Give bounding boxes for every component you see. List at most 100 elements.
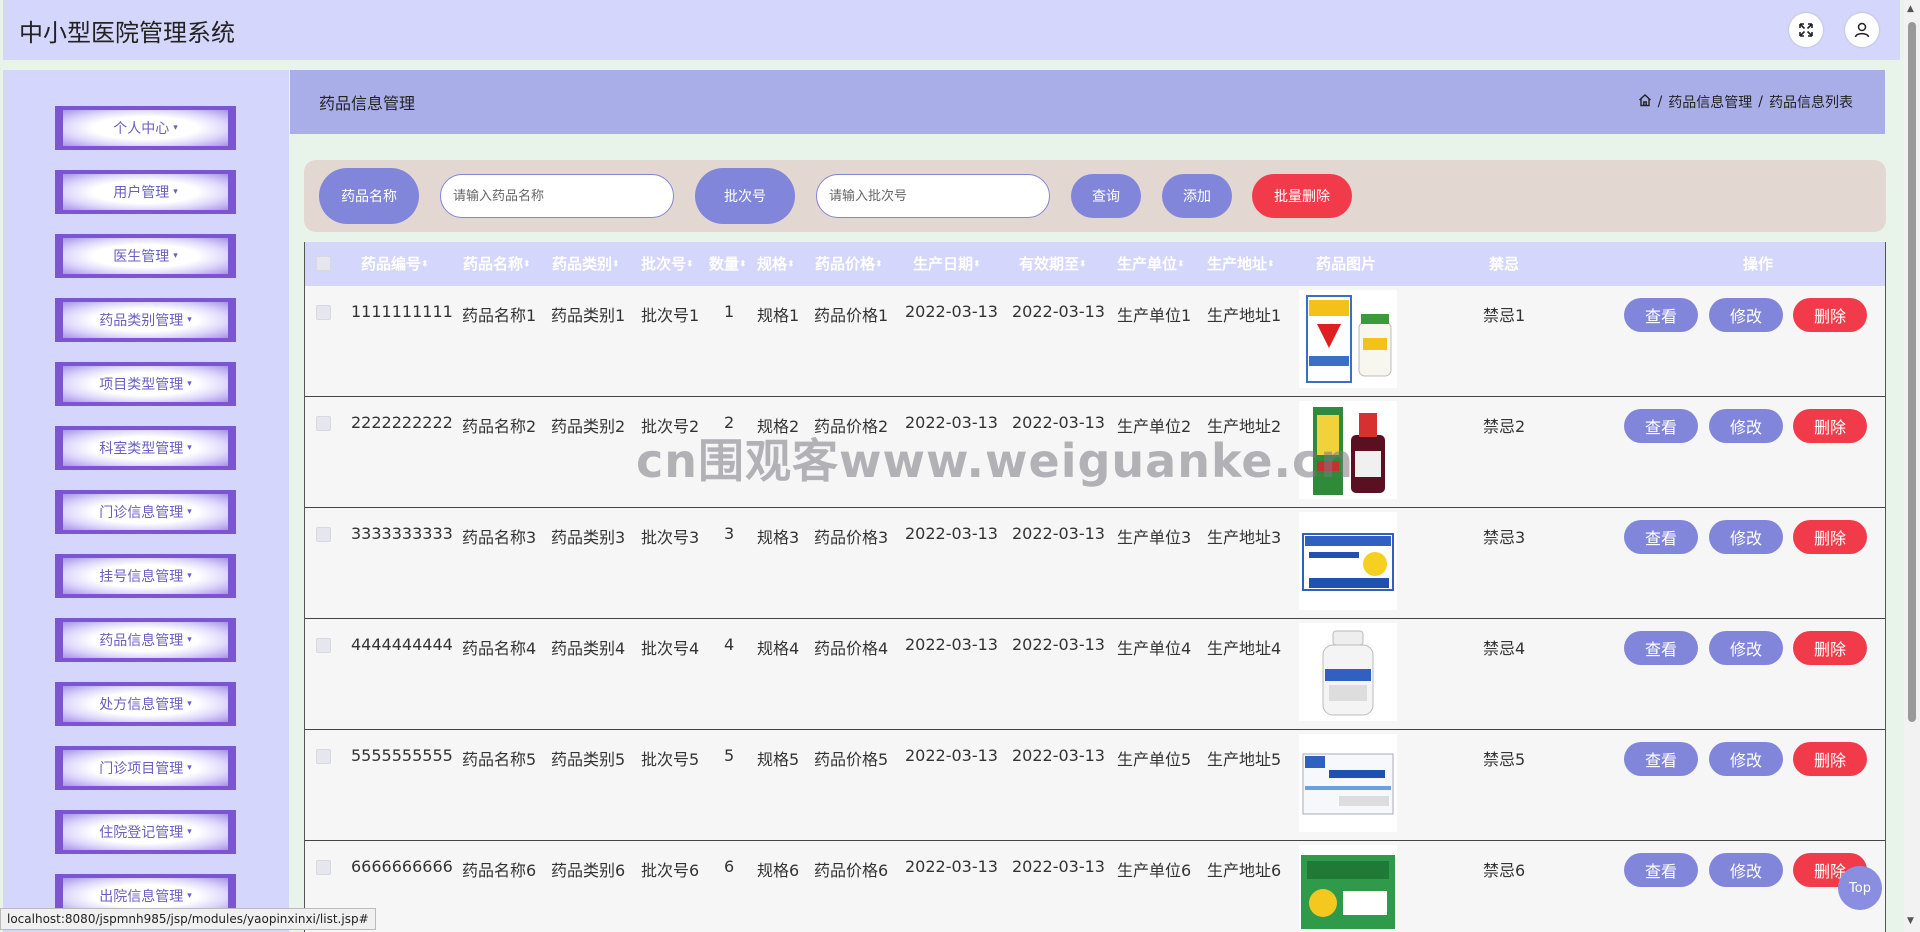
column-header-id[interactable]: 药品编号⬍ bbox=[361, 242, 429, 286]
view-button[interactable]: 查看 bbox=[1624, 409, 1698, 443]
fullscreen-icon[interactable] bbox=[1789, 13, 1823, 47]
query-button[interactable]: 查询 bbox=[1071, 174, 1141, 218]
scrollbar-thumb[interactable] bbox=[1908, 22, 1916, 722]
search-bar: 药品名称 批次号 查询 添加 批量删除 bbox=[304, 160, 1886, 232]
delete-button[interactable]: 删除 bbox=[1793, 742, 1867, 776]
page-header: 药品信息管理 / 药品信息管理 / 药品信息列表 bbox=[290, 70, 1885, 134]
cell-batch: 批次号4 bbox=[641, 639, 700, 658]
column-header-name[interactable]: 药品名称⬍ bbox=[463, 242, 531, 286]
row-checkbox[interactable] bbox=[316, 749, 331, 764]
cell-address: 生产地址4 bbox=[1207, 639, 1282, 658]
scroll-up-icon[interactable]: ▲ bbox=[1907, 4, 1914, 14]
sidebar-item-registration[interactable]: 挂号信息管理 ▾ bbox=[55, 554, 236, 598]
caret-down-icon: ▾ bbox=[187, 315, 192, 325]
sidebar-item-label: 药品类别管理 bbox=[99, 313, 184, 329]
sidebar-item-admission[interactable]: 住院登记管理 ▾ bbox=[55, 810, 236, 854]
caret-down-icon: ▾ bbox=[187, 699, 192, 709]
scrollbar[interactable]: ▲ ▼ bbox=[1904, 0, 1920, 932]
sidebar-item-users[interactable]: 用户管理 ▾ bbox=[55, 170, 236, 214]
sort-icon: ⬍ bbox=[686, 259, 694, 270]
sidebar-item-outpatient[interactable]: 门诊信息管理 ▾ bbox=[55, 490, 236, 534]
edit-button[interactable]: 修改 bbox=[1709, 520, 1783, 554]
batch-delete-button[interactable]: 批量删除 bbox=[1252, 174, 1352, 218]
view-button[interactable]: 查看 bbox=[1624, 631, 1698, 665]
column-header-address[interactable]: 生产地址⬍ bbox=[1207, 242, 1275, 286]
breadcrumb-item[interactable]: 药品信息管理 bbox=[1668, 92, 1752, 112]
sidebar-item-drug-info[interactable]: 药品信息管理 ▾ bbox=[55, 618, 236, 662]
cell-spec: 规格6 bbox=[757, 861, 800, 880]
sidebar-item-label: 挂号信息管理 bbox=[99, 569, 184, 585]
column-header-actions: 操作 bbox=[1743, 255, 1774, 273]
edit-button[interactable]: 修改 bbox=[1709, 631, 1783, 665]
column-header-category[interactable]: 药品类别⬍ bbox=[552, 242, 620, 286]
cell-name: 药品名称5 bbox=[462, 750, 537, 769]
scroll-down-icon[interactable]: ▼ bbox=[1907, 916, 1914, 926]
cell-batch: 批次号3 bbox=[641, 528, 700, 547]
column-header-price[interactable]: 药品价格⬍ bbox=[815, 242, 883, 286]
cell-category: 药品类别2 bbox=[551, 417, 626, 436]
cell-category: 药品类别6 bbox=[551, 861, 626, 880]
sidebar-item-department-type[interactable]: 科室类型管理 ▾ bbox=[55, 426, 236, 470]
column-header-mfg-date[interactable]: 生产日期⬍ bbox=[913, 242, 981, 286]
drug-image bbox=[1299, 734, 1397, 832]
drug-name-input[interactable] bbox=[440, 174, 674, 218]
column-header-exp-date[interactable]: 有效期至⬍ bbox=[1019, 242, 1087, 286]
cell-mfg-date: 2022-03-13 bbox=[905, 302, 998, 321]
row-checkbox[interactable] bbox=[316, 416, 331, 431]
sort-icon: ⬍ bbox=[739, 259, 747, 270]
cell-qty: 3 bbox=[724, 524, 735, 543]
row-checkbox[interactable] bbox=[316, 860, 331, 875]
edit-button[interactable]: 修改 bbox=[1709, 853, 1783, 887]
delete-button[interactable]: 删除 bbox=[1793, 298, 1867, 332]
caret-down-icon: ▾ bbox=[187, 571, 192, 581]
cell-taboo: 禁忌5 bbox=[1483, 750, 1526, 769]
back-to-top-button[interactable]: Top bbox=[1838, 866, 1882, 910]
sidebar-item-label: 住院登记管理 bbox=[99, 825, 184, 841]
view-button[interactable]: 查看 bbox=[1624, 520, 1698, 554]
view-button[interactable]: 查看 bbox=[1624, 853, 1698, 887]
edit-button[interactable]: 修改 bbox=[1709, 742, 1783, 776]
breadcrumb: / 药品信息管理 / 药品信息列表 bbox=[1638, 92, 1853, 112]
cell-qty: 1 bbox=[724, 302, 735, 321]
caret-down-icon: ▾ bbox=[173, 187, 178, 197]
sidebar-item-doctors[interactable]: 医生管理 ▾ bbox=[55, 234, 236, 278]
cell-qty: 4 bbox=[724, 635, 735, 654]
sort-icon: ⬍ bbox=[612, 259, 620, 270]
caret-down-icon: ▾ bbox=[187, 891, 192, 901]
edit-button[interactable]: 修改 bbox=[1709, 409, 1783, 443]
view-button[interactable]: 查看 bbox=[1624, 742, 1698, 776]
sidebar-item-outpatient-project[interactable]: 门诊项目管理 ▾ bbox=[55, 746, 236, 790]
column-header-spec[interactable]: 规格⬍ bbox=[757, 242, 795, 286]
delete-button[interactable]: 删除 bbox=[1793, 520, 1867, 554]
delete-button[interactable]: 删除 bbox=[1793, 631, 1867, 665]
add-button[interactable]: 添加 bbox=[1162, 174, 1232, 218]
drug-image bbox=[1299, 845, 1397, 929]
batch-input[interactable] bbox=[816, 174, 1050, 218]
column-header-maker[interactable]: 生产单位⬍ bbox=[1117, 242, 1185, 286]
user-icon[interactable] bbox=[1845, 13, 1879, 47]
cell-maker: 生产单位1 bbox=[1117, 306, 1192, 325]
cell-name: 药品名称2 bbox=[462, 417, 537, 436]
row-checkbox[interactable] bbox=[316, 638, 331, 653]
select-all-checkbox[interactable] bbox=[316, 256, 331, 271]
row-checkbox[interactable] bbox=[316, 527, 331, 542]
sidebar-item-drug-category[interactable]: 药品类别管理 ▾ bbox=[55, 298, 236, 342]
caret-down-icon: ▾ bbox=[187, 827, 192, 837]
sidebar-item-project-type[interactable]: 项目类型管理 ▾ bbox=[55, 362, 236, 406]
view-button[interactable]: 查看 bbox=[1624, 298, 1698, 332]
delete-button[interactable]: 删除 bbox=[1793, 409, 1867, 443]
cell-spec: 规格4 bbox=[757, 639, 800, 658]
sidebar-item-prescription[interactable]: 处方信息管理 ▾ bbox=[55, 682, 236, 726]
cell-maker: 生产单位5 bbox=[1117, 750, 1192, 769]
cell-taboo: 禁忌3 bbox=[1483, 528, 1526, 547]
home-icon[interactable] bbox=[1638, 93, 1652, 111]
caret-down-icon: ▾ bbox=[187, 507, 192, 517]
row-checkbox[interactable] bbox=[316, 305, 331, 320]
drug-image bbox=[1299, 623, 1397, 721]
sidebar-item-label: 用户管理 bbox=[113, 185, 170, 201]
edit-button[interactable]: 修改 bbox=[1709, 298, 1783, 332]
cell-id: 1111111111 bbox=[351, 302, 453, 321]
column-header-batch[interactable]: 批次号⬍ bbox=[641, 242, 694, 286]
sidebar-item-personal-center[interactable]: 个人中心 ▾ bbox=[55, 106, 236, 150]
column-header-qty[interactable]: 数量⬍ bbox=[709, 242, 747, 286]
